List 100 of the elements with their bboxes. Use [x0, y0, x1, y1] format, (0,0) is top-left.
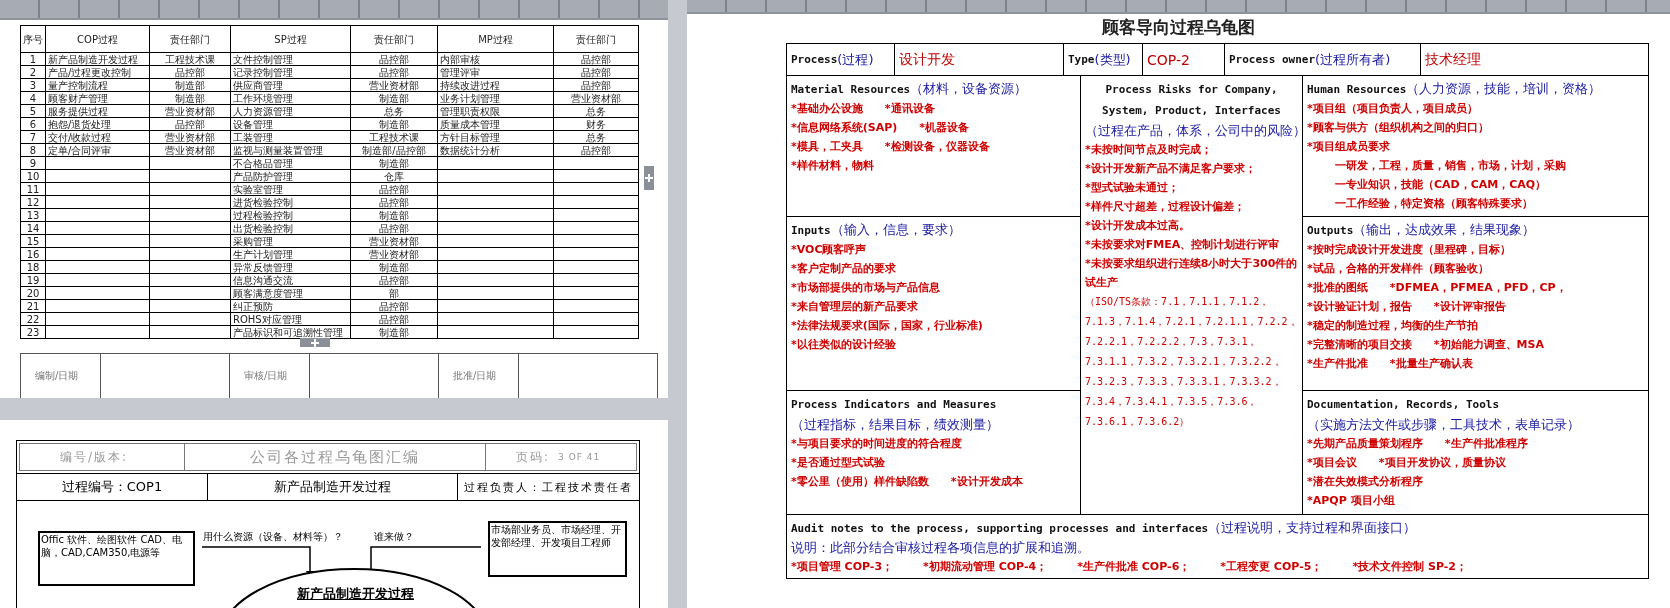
field-value: COP-2	[1147, 51, 1190, 68]
table-cell: 抱怨/退货处理	[45, 117, 150, 131]
field-label: Type	[1068, 53, 1095, 66]
list-item: *生产件批准 COP-6；	[1077, 559, 1191, 575]
table-cell: 信息沟通交流	[230, 273, 351, 287]
column-header: SP过程	[230, 25, 351, 53]
table-cell: 营业资材部	[149, 130, 231, 144]
add-row-button[interactable]	[300, 338, 330, 347]
table-cell: 营业资材部	[553, 91, 639, 105]
table-cell: 9	[20, 156, 46, 170]
table-cell: 设备管理	[230, 117, 351, 131]
table-cell: 品控部	[553, 78, 639, 92]
table-cell: 实验室管理	[230, 182, 351, 196]
table-cell: 工作环境管理	[230, 91, 351, 105]
list-item: *模具，工夹具	[791, 139, 863, 155]
list-item: *APQP 项目小组	[1307, 493, 1395, 509]
list-item: *以往类似的设计经验	[791, 337, 896, 353]
table-cell: 制造部	[350, 208, 438, 222]
field-label: Process owner	[1229, 53, 1316, 66]
table-cell: 工装管理	[230, 130, 351, 144]
table-cell: 定单/合同评审	[45, 143, 150, 157]
add-column-button[interactable]	[644, 166, 654, 190]
table-cell: 2	[20, 65, 46, 79]
heading-text: Material Resources	[791, 83, 911, 96]
heading-text: Human Resources	[1307, 83, 1407, 96]
table-cell: 部	[350, 286, 438, 300]
table-cell: 制造部	[350, 325, 438, 339]
field-label: Process	[791, 53, 838, 66]
table-cell: 采购管理	[230, 234, 351, 248]
column-header: 序号	[20, 25, 46, 53]
table-cell: 3	[20, 78, 46, 92]
list-item: *设计验证计划，报告	[1307, 299, 1412, 315]
list-item: *检测设备，仪器设备	[884, 139, 990, 155]
table-cell: 14	[20, 221, 46, 235]
table-cell: 产品防护管理	[230, 169, 351, 183]
list-item: *基础办公设施	[791, 101, 863, 117]
table-cell: 18	[20, 260, 46, 274]
table-cell: 11	[20, 182, 46, 196]
table-cell: 文件控制管理	[230, 52, 351, 66]
field-value: 技术经理	[1425, 50, 1481, 69]
list-item: *顾客与供方（组织机构之间的归口）	[1307, 120, 1489, 136]
column-header: COP过程	[45, 25, 150, 53]
heading-text: Process Risks for Company,	[1105, 83, 1278, 96]
table-cell: 记录控制管理	[230, 65, 351, 79]
table-cell: 品控部	[350, 221, 438, 235]
table-cell: 品控部	[553, 143, 639, 157]
table-cell: 5	[20, 104, 46, 118]
heading-text: Process Indicators and Measures	[791, 398, 997, 411]
table-cell: 营业资材部	[350, 247, 438, 261]
table-cell: 过程检验控制	[230, 208, 351, 222]
table-cell: 财务	[553, 117, 639, 131]
page-title: 顾客导向过程乌龟图	[1100, 16, 1256, 39]
table-cell: 数据统计分析	[437, 143, 554, 157]
table-cell: 生产计划管理	[230, 247, 351, 261]
heading-translation: （材料，设备资源）	[910, 81, 1028, 96]
table-cell: 管理职责权限	[437, 104, 554, 118]
table-cell: 交付/收款过程	[45, 130, 150, 144]
list-item: *设计评审报告	[1433, 299, 1506, 315]
list-item: *项目组（项目负责人，项目成员）	[1307, 101, 1478, 117]
table-cell: 营业资材部	[149, 104, 231, 118]
list-item: *机器设备	[919, 120, 970, 136]
code-version-label: 编号/版本:	[59, 448, 130, 466]
table-cell: 顾客财产管理	[45, 91, 150, 105]
list-item: *按时完成设计开发进度（里程碑，目标）	[1307, 242, 1511, 258]
table-cell: 人力资源管理	[230, 104, 351, 118]
table-cell: 20	[20, 286, 46, 300]
table-cell: 22	[20, 312, 46, 326]
field-label-translation: (过程)	[837, 50, 874, 69]
list-item: *批量生产确认表	[1389, 356, 1473, 372]
signoff-label: 审核/日期	[230, 354, 310, 398]
table-cell: 不合格品管理	[230, 156, 351, 170]
table-cell: 1	[20, 52, 46, 66]
table-cell: 品控部	[350, 273, 438, 287]
column-header: 责任部门	[149, 25, 231, 53]
table-cell: 出货检验控制	[230, 221, 351, 235]
list-item: 一专业知识，技能（CAD，CAM，CAQ）	[1335, 177, 1547, 193]
table-cell: 23	[20, 325, 46, 339]
table-cell: 制造部/品控部	[350, 143, 438, 157]
table-cell: 质量成本管理	[437, 117, 554, 131]
heading-translation: （过程指标，结果目标，绩效测量）	[791, 417, 999, 432]
table-cell: 产品/过程更改控制	[45, 65, 150, 79]
list-item: 一工作经验，特定资格（顾客特殊要求）	[1335, 196, 1533, 212]
table-cell: 制造部	[149, 78, 231, 92]
table-cell: 顾客满意度管理	[230, 286, 351, 300]
list-item: *通讯设备	[884, 101, 935, 117]
table-cell: 新产品制造开发过程	[45, 52, 150, 66]
table-cell: 制造部	[350, 117, 438, 131]
list-item: *初始能力调查、MSA	[1433, 337, 1544, 353]
table-cell: ROHS对应管理	[230, 312, 351, 326]
signoff-label: 批准/日期	[439, 354, 519, 398]
heading-translation: （人力资源，技能，培训，资格）	[1406, 81, 1602, 96]
table-cell: 制造部	[149, 91, 231, 105]
list-item: *法律法规要求(国际，国家，行业标准)	[791, 318, 983, 334]
list-item: *完整清晰的项目交接	[1307, 337, 1412, 353]
list-item: *型式试验未通过；	[1085, 180, 1179, 196]
table-cell: 持续改进过程	[437, 78, 554, 92]
process-name: 新产品制造开发过程	[207, 474, 457, 500]
table-cell: 13	[20, 208, 46, 222]
column-header: 责任部门	[553, 25, 639, 53]
table-cell: 8	[20, 143, 46, 157]
